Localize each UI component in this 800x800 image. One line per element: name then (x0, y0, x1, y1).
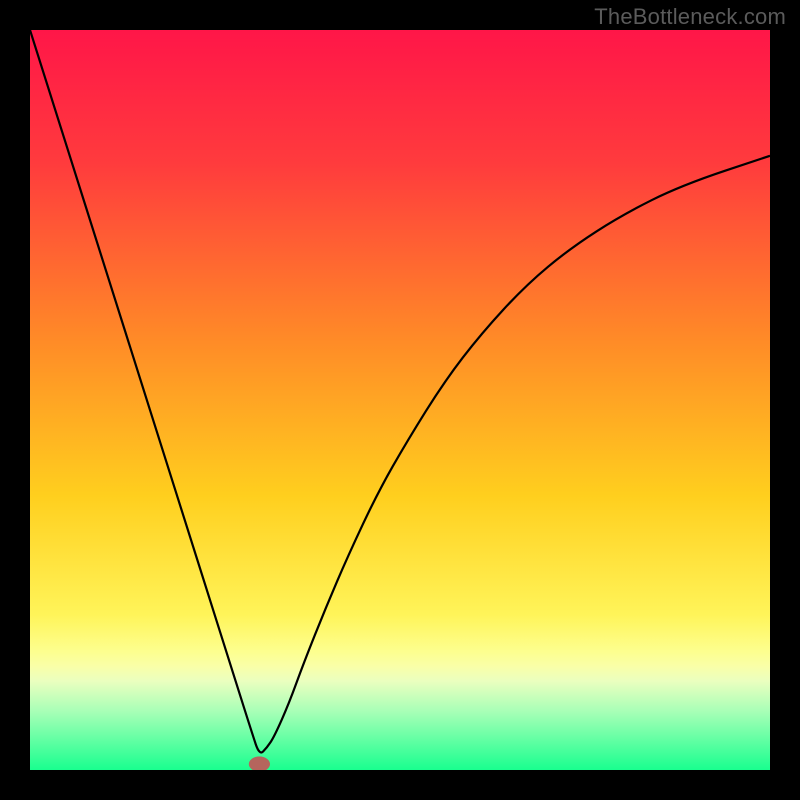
chart-plot (30, 30, 770, 770)
chart-background (30, 30, 770, 770)
chart-frame: TheBottleneck.com (0, 0, 800, 800)
min-marker (249, 757, 270, 770)
watermark-text: TheBottleneck.com (594, 4, 786, 30)
